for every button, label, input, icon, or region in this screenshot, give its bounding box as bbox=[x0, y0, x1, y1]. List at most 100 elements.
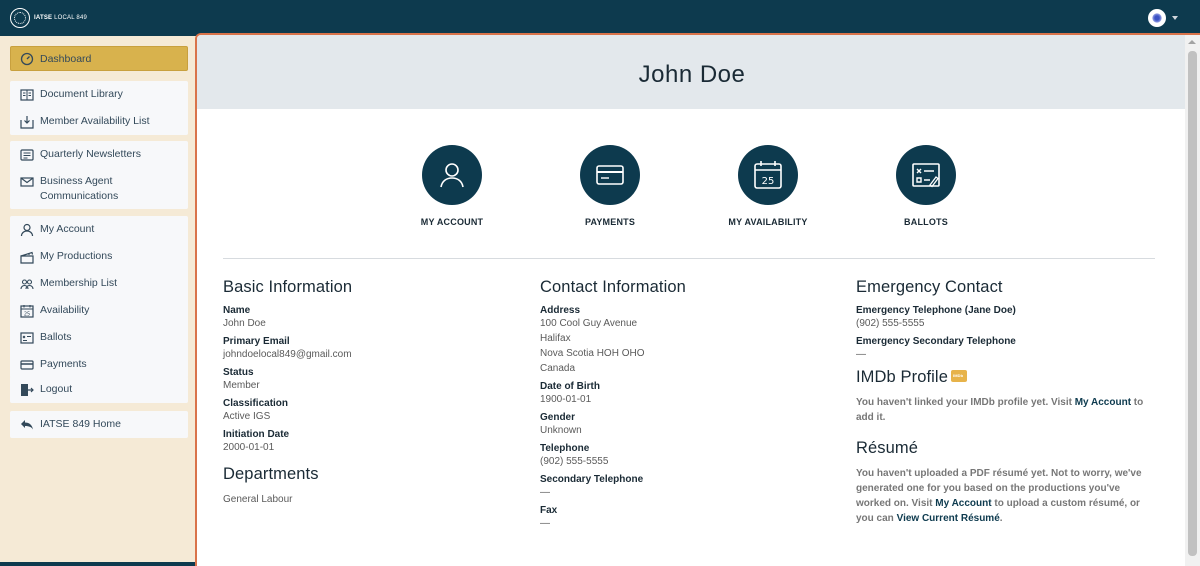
calendar-icon: 25 bbox=[754, 161, 782, 189]
sidebar-item-document-library[interactable]: Document Library bbox=[10, 81, 188, 108]
emergency-telephone-value: (902) 555-5555 bbox=[856, 318, 925, 329]
group-icon bbox=[20, 279, 34, 290]
brand-suffix: LOCAL 849 bbox=[54, 15, 88, 21]
productions-icon bbox=[20, 251, 34, 264]
dob-value: 1900-01-01 bbox=[540, 394, 592, 405]
sidebar-item-business-agent-communications[interactable]: Business Agent Communications bbox=[10, 168, 188, 209]
sidebar-item-my-productions[interactable]: My Productions bbox=[10, 243, 188, 270]
imdb-heading-text: IMDb Profile bbox=[856, 368, 948, 386]
sidebar-item-label: Payments bbox=[40, 358, 87, 370]
sidebar-item-ballots[interactable]: Ballots bbox=[10, 324, 188, 351]
sidebar-footer-bar bbox=[0, 562, 196, 566]
address-label: Address bbox=[540, 305, 581, 316]
profile-header: John Doe bbox=[197, 35, 1187, 109]
secondary-telephone-label: Secondary Telephone bbox=[540, 474, 644, 485]
main-content: John Doe MY ACCOUNT PAYMENTS 25 MY AVAIL… bbox=[195, 33, 1200, 566]
card-icon bbox=[20, 360, 34, 370]
scrollbar-thumb[interactable] bbox=[1188, 51, 1197, 556]
ballot-icon bbox=[20, 332, 34, 344]
sidebar-item-label: Member Availability List bbox=[40, 115, 150, 127]
resume-message: You haven't uploaded a PDF résumé yet. N… bbox=[856, 466, 1156, 526]
sidebar-item-label: Document Library bbox=[40, 88, 123, 100]
scrollbar[interactable] bbox=[1185, 35, 1200, 566]
tile-ballots[interactable]: BALLOTS bbox=[871, 145, 981, 227]
sidebar-item-label: Logout bbox=[40, 383, 73, 395]
sidebar-item-label: Membership List bbox=[40, 277, 118, 289]
tile-label: PAYMENTS bbox=[584, 217, 636, 227]
calendar-day: 25 bbox=[762, 176, 775, 187]
initiation-date-label: Initiation Date bbox=[223, 429, 290, 440]
department-value: General Labour bbox=[223, 494, 293, 505]
sidebar-item-label: My Productions bbox=[40, 250, 113, 262]
sidebar-group-logout: Logout bbox=[10, 376, 188, 403]
my-account-link[interactable]: My Account bbox=[1075, 397, 1131, 408]
imdb-message: You haven't linked your IMDb profile yet… bbox=[856, 395, 1156, 425]
avatar[interactable] bbox=[1148, 9, 1166, 27]
email-label: Primary Email bbox=[223, 336, 290, 347]
document-library-icon bbox=[20, 89, 34, 101]
tile-my-account[interactable]: MY ACCOUNT bbox=[397, 145, 507, 227]
sidebar-item-dashboard[interactable]: Dashboard bbox=[10, 46, 188, 71]
mail-icon bbox=[20, 177, 34, 187]
section-heading: Emergency Contact bbox=[856, 278, 1003, 296]
tile-payments[interactable]: PAYMENTS bbox=[555, 145, 665, 227]
svg-text:25: 25 bbox=[24, 312, 30, 318]
my-account-link[interactable]: My Account bbox=[935, 498, 991, 509]
sidebar-item-iatse-home[interactable]: IATSE 849 Home bbox=[10, 411, 188, 438]
fax-value: — bbox=[540, 518, 550, 529]
sidebar-item-availability[interactable]: 25 Availability bbox=[10, 297, 188, 324]
sidebar-group-home: IATSE 849 Home bbox=[10, 411, 188, 438]
chevron-down-icon[interactable] bbox=[1172, 16, 1178, 20]
sidebar-item-member-availability-list[interactable]: Member Availability List bbox=[10, 108, 188, 135]
sidebar-item-label: Ballots bbox=[40, 331, 72, 343]
dob-label: Date of Birth bbox=[540, 381, 600, 392]
brand-logo[interactable]: IATSE LOCAL 849 bbox=[10, 8, 87, 28]
section-heading: Basic Information bbox=[223, 278, 353, 296]
sidebar-group-communications: Quarterly Newsletters Business Agent Com… bbox=[10, 141, 188, 209]
telephone-label: Telephone bbox=[540, 443, 590, 454]
basic-information-section: Basic Information Name John Doe Primary … bbox=[223, 278, 523, 512]
tile-label: MY AVAILABILITY bbox=[728, 217, 808, 227]
address-value: 100 Cool Guy Avenue Halifax Nova Scotia … bbox=[540, 316, 840, 376]
telephone-value: (902) 555-5555 bbox=[540, 456, 609, 467]
sidebar-item-membership-list[interactable]: Membership List bbox=[10, 270, 188, 297]
gender-value: Unknown bbox=[540, 425, 582, 436]
resume-heading: Résumé bbox=[856, 439, 919, 457]
brand-name: IATSE bbox=[34, 15, 53, 21]
imdb-heading: IMDb Profile bbox=[856, 368, 1156, 387]
gender-label: Gender bbox=[540, 412, 576, 423]
sidebar-item-label: Dashboard bbox=[40, 52, 92, 65]
user-icon bbox=[20, 223, 34, 237]
sidebar-item-my-account[interactable]: My Account bbox=[10, 216, 188, 243]
classification-label: Classification bbox=[223, 398, 289, 409]
tile-my-availability[interactable]: 25 MY AVAILABILITY bbox=[713, 145, 823, 227]
secondary-telephone-value: — bbox=[540, 487, 550, 498]
card-icon bbox=[596, 165, 624, 185]
imdb-icon bbox=[950, 369, 967, 382]
emergency-secondary-telephone-value: — bbox=[856, 349, 866, 360]
emergency-telephone-label: Emergency Telephone (Jane Doe) bbox=[856, 305, 1016, 316]
user-menu[interactable] bbox=[1148, 9, 1178, 27]
address-line: 100 Cool Guy Avenue bbox=[540, 318, 638, 329]
sidebar-item-label: My Account bbox=[40, 223, 95, 235]
name-value: John Doe bbox=[223, 318, 266, 329]
logout-icon bbox=[21, 384, 34, 396]
departments-heading: Departments bbox=[223, 465, 319, 483]
name-label: Name bbox=[223, 305, 251, 316]
status-label: Status bbox=[223, 367, 254, 378]
tile-label: MY ACCOUNT bbox=[420, 217, 484, 227]
sidebar-group-documents: Document Library Member Availability Lis… bbox=[10, 81, 188, 135]
address-line: Nova Scotia HOH OHO bbox=[540, 348, 645, 359]
imdb-text: You haven't linked your IMDb profile yet… bbox=[856, 397, 1075, 408]
dashboard-gauge-icon bbox=[20, 52, 34, 65]
classification-value: Active IGS bbox=[223, 411, 271, 422]
sidebar-item-payments[interactable]: Payments bbox=[10, 351, 188, 378]
sidebar-item-quarterly-newsletters[interactable]: Quarterly Newsletters bbox=[10, 141, 188, 168]
page-title: John Doe bbox=[638, 61, 746, 88]
sidebar-item-logout[interactable]: Logout bbox=[10, 376, 188, 403]
status-value: Member bbox=[223, 380, 260, 391]
top-bar: IATSE LOCAL 849 bbox=[0, 0, 1200, 36]
scroll-up-icon[interactable] bbox=[1188, 40, 1196, 44]
sidebar-item-label: Availability bbox=[40, 304, 90, 316]
view-resume-link[interactable]: View Current Résumé bbox=[897, 513, 1000, 524]
